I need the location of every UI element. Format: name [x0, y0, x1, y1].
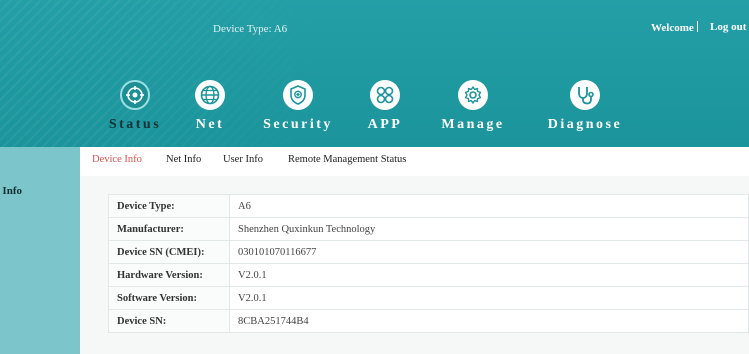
software-version-key: Software Version: — [108, 286, 230, 310]
device-type-value: A6 — [229, 194, 749, 218]
sidebar-item-label: Device Info — [0, 185, 22, 197]
stethoscope-icon — [570, 80, 600, 110]
nav-diagnose[interactable]: Diagnose — [540, 80, 630, 133]
nav-status[interactable]: Status — [104, 80, 166, 133]
device-sn-cmei-key: Device SN (CMEI): — [108, 240, 230, 264]
table-row: Device Type: A6 — [108, 194, 749, 218]
nav-manage[interactable]: Manage — [438, 80, 508, 133]
sidebar-item-device-info[interactable]: Device Info — [0, 185, 80, 201]
table-row: Manufacturer: Shenzhen Quxinkun Technolo… — [108, 217, 749, 241]
main-content: Device Type: A6 Manufacturer: Shenzhen Q… — [80, 176, 749, 354]
nav-manage-label: Manage — [441, 117, 505, 132]
table-row: Device SN (CMEI): 030101070116677 — [108, 240, 749, 264]
device-type-label: Device Type: A6 — [213, 23, 288, 35]
table-row: Device SN: 8CBA251744B4 — [108, 309, 749, 333]
nav-net-label: Net — [195, 117, 225, 132]
manufacturer-key: Manufacturer: — [108, 217, 230, 241]
device-sn-cmei-value: 030101070116677 — [229, 240, 749, 264]
apps-icon — [370, 80, 400, 110]
logout-link[interactable]: Log out — [710, 21, 746, 33]
gear-icon — [458, 80, 488, 110]
device-sn-key: Device SN: — [108, 309, 230, 333]
welcome-text: Welcome — [651, 21, 702, 34]
globe-icon — [195, 80, 225, 110]
tab-user-info[interactable]: User Info — [223, 154, 263, 165]
table-row: Software Version: V2.0.1 — [108, 286, 749, 310]
software-version-value: V2.0.1 — [229, 286, 749, 310]
status-icon — [120, 80, 150, 110]
tab-net-info[interactable]: Net Info — [166, 154, 201, 165]
hardware-version-key: Hardware Version: — [108, 263, 230, 287]
nav-app-label: APP — [367, 117, 403, 132]
device-type-key: Device Type: — [108, 194, 230, 218]
left-sidebar: Device Info — [0, 147, 80, 354]
device-info-table: Device Type: A6 Manufacturer: Shenzhen Q… — [108, 194, 749, 333]
nav-security[interactable]: Security — [258, 80, 338, 133]
nav-diagnose-label: Diagnose — [547, 117, 623, 132]
nav-security-label: Security — [263, 117, 333, 132]
tab-device-info[interactable]: Device Info — [92, 154, 142, 165]
manufacturer-value: Shenzhen Quxinkun Technology — [229, 217, 749, 241]
table-row: Hardware Version: V2.0.1 — [108, 263, 749, 287]
top-header: Device Type: A6 Welcome Log out Status N… — [0, 0, 749, 147]
device-sn-value: 8CBA251744B4 — [229, 309, 749, 333]
welcome-divider — [696, 21, 698, 32]
nav-status-label: Status — [108, 117, 162, 132]
welcome-label: Welcome — [651, 22, 694, 34]
nav-app[interactable]: APP — [361, 80, 409, 133]
shield-icon — [283, 80, 313, 110]
tab-remote-management-status[interactable]: Remote Management Status — [288, 154, 406, 165]
hardware-version-value: V2.0.1 — [229, 263, 749, 287]
nav-net[interactable]: Net — [187, 80, 233, 133]
sub-tab-bar: Device Info Net Info User Info Remote Ma… — [80, 147, 749, 177]
